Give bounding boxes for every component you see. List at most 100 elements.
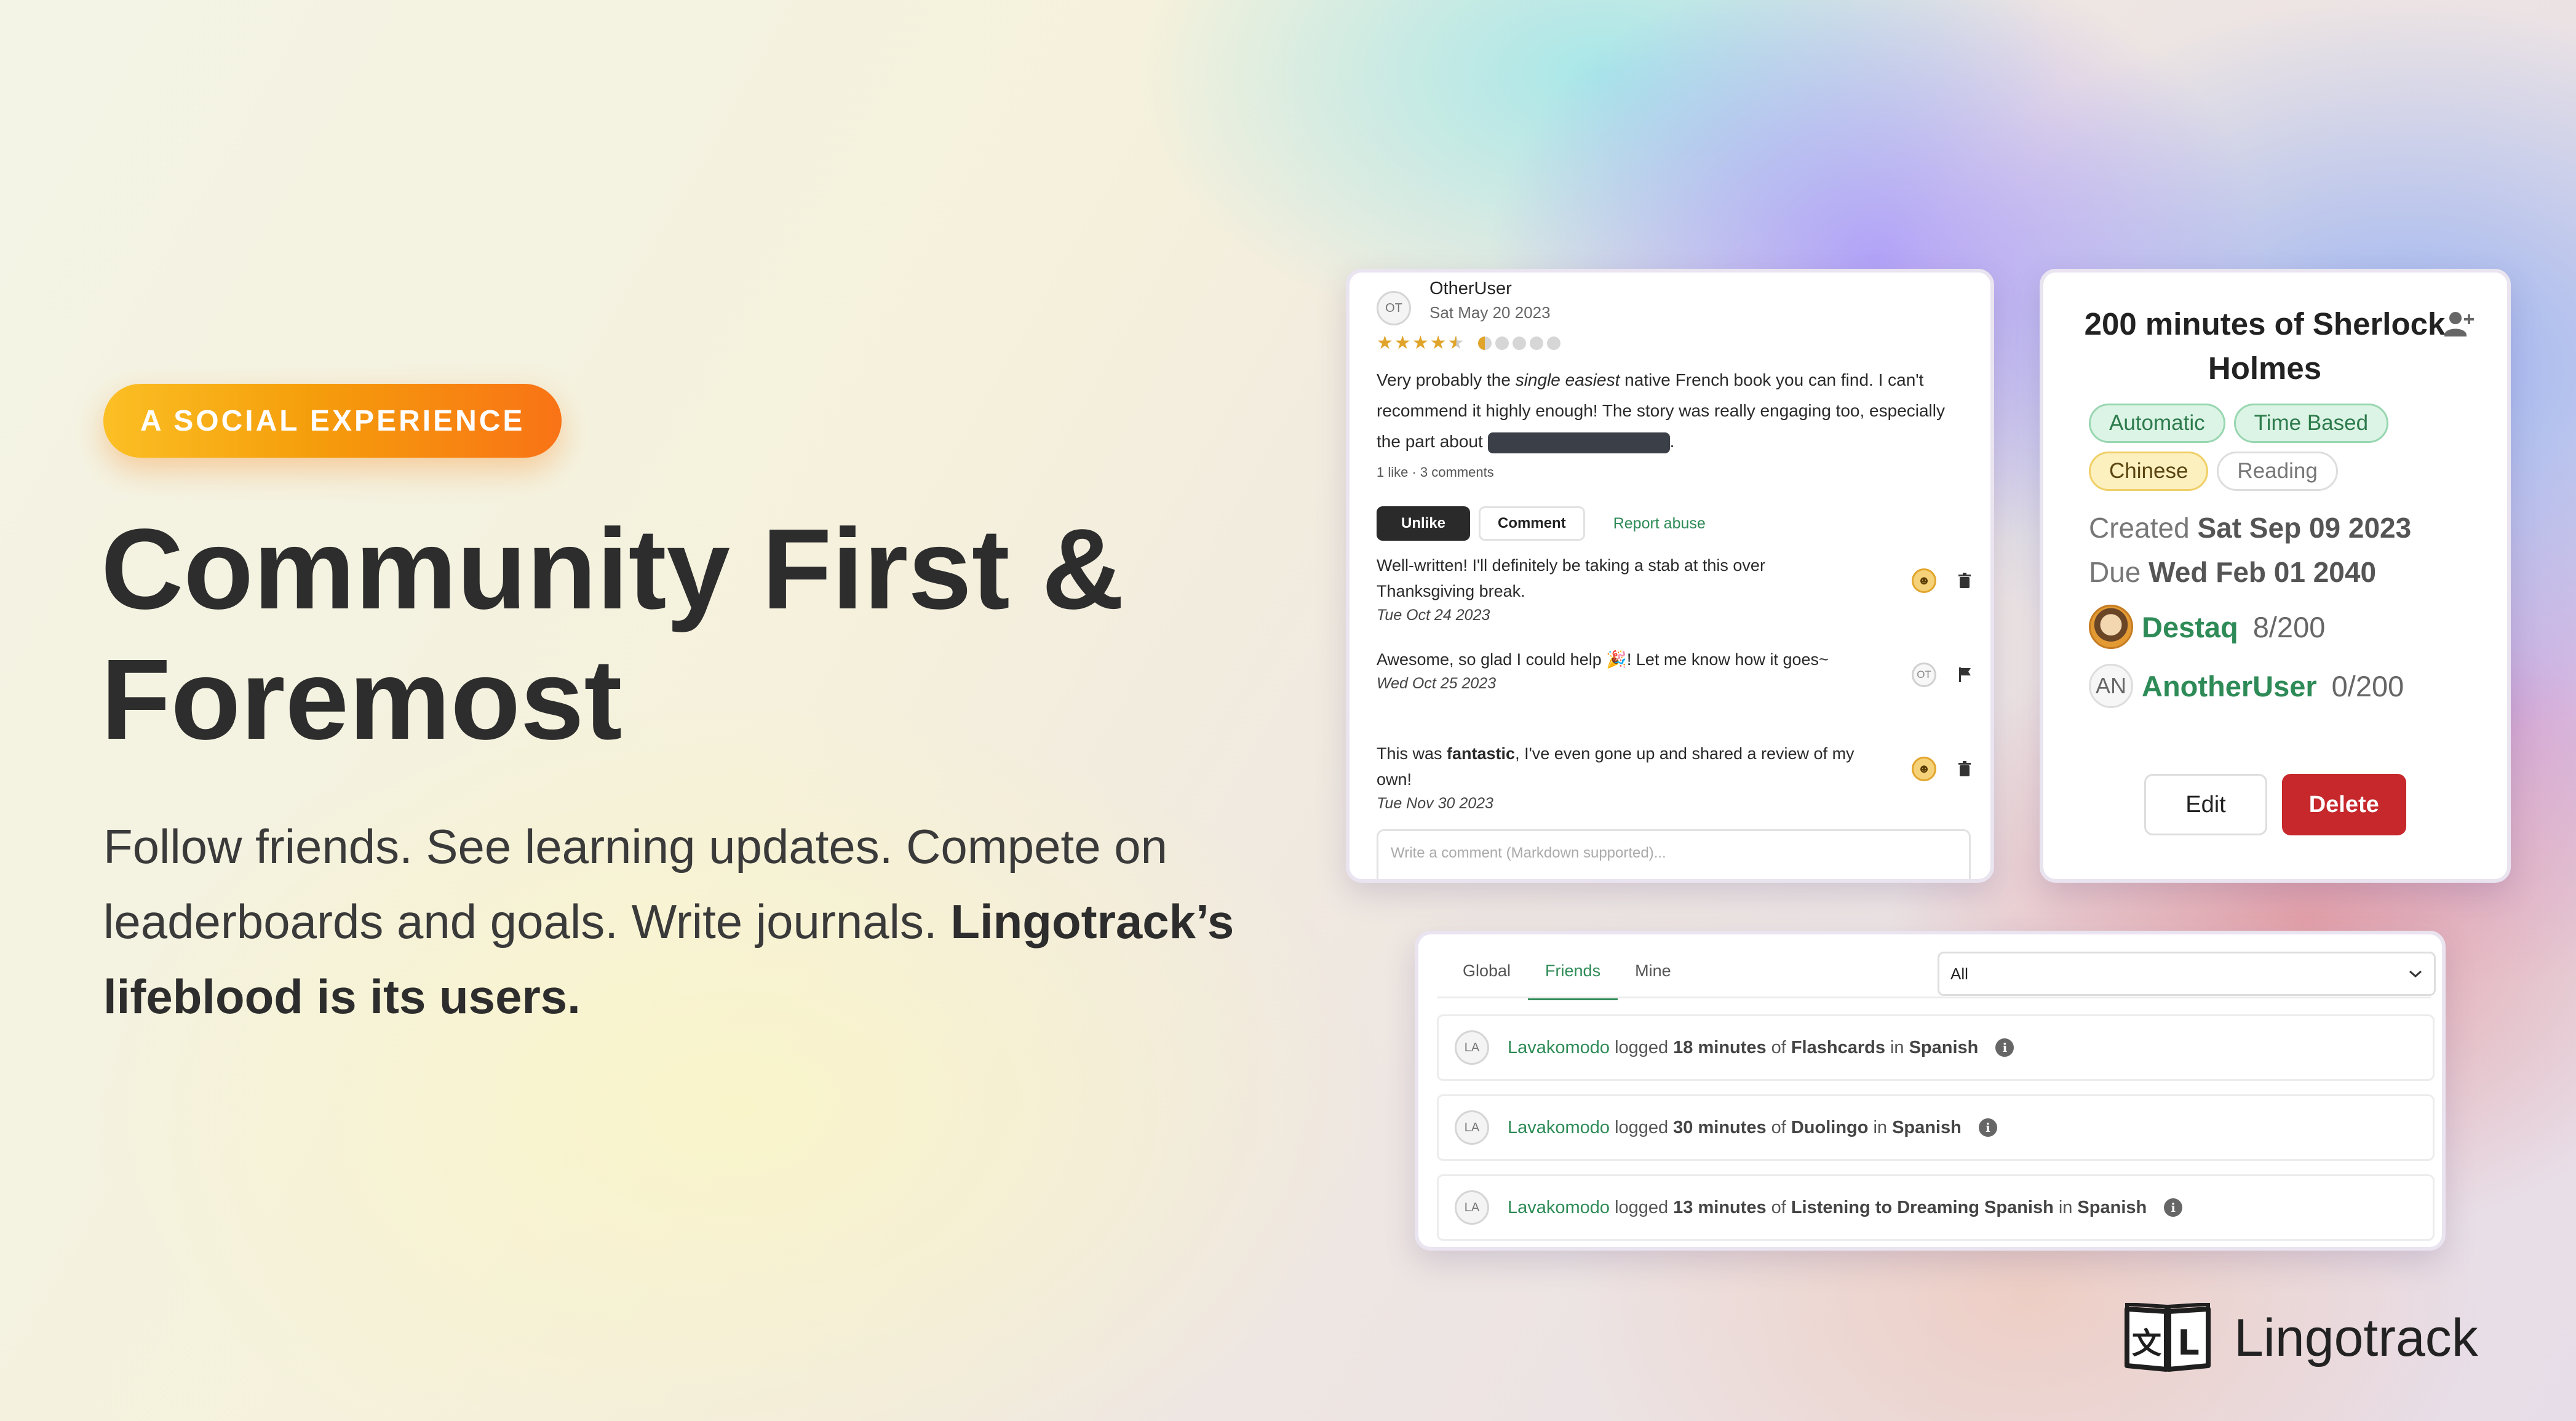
commenter-avatar[interactable]: ☻ <box>1912 757 1936 781</box>
spoiler-redaction[interactable] <box>1487 432 1670 453</box>
difficulty-dot-icon <box>1495 336 1509 350</box>
tag-chip: Time Based <box>2233 404 2389 443</box>
svg-text:文: 文 <box>2132 1326 2161 1361</box>
difficulty-dot-icon <box>1546 336 1560 350</box>
comment-text: Awesome, so glad I could help 🎉! Let me … <box>1377 650 1829 669</box>
commenter-avatar[interactable]: OT <box>1912 663 1936 687</box>
user-avatar[interactable]: LA <box>1455 1110 1489 1145</box>
feed-text: of <box>1771 1037 1786 1057</box>
due-label: Due <box>2089 556 2141 588</box>
goal-title: 200 minutes of Sherlock Holmes <box>2084 306 2446 386</box>
comment-icons: ☻ <box>1912 568 1972 593</box>
commenter-avatar[interactable]: ☻ <box>1912 568 1936 593</box>
trash-icon[interactable] <box>1957 572 1972 589</box>
star-icon: ★ <box>1377 333 1393 353</box>
feed-language: Spanish <box>1909 1037 1979 1057</box>
feed-entry: LA Lavakomodo logged 30 minutes of Duoli… <box>1437 1094 2435 1161</box>
unlike-button[interactable]: Unlike <box>1377 506 1471 541</box>
participant-row: Destaq 8/200 <box>2089 605 2325 649</box>
created-date: Sat Sep 09 2023 <box>2197 512 2412 544</box>
user-link[interactable]: Lavakomodo <box>1508 1118 1610 1138</box>
brand-name: Lingotrack <box>2234 1308 2478 1367</box>
comment-button[interactable]: Comment <box>1479 506 1585 541</box>
star-icon: ★ <box>1429 333 1447 353</box>
star-icon: ★ <box>1394 333 1411 353</box>
info-icon[interactable]: i <box>2164 1198 2183 1217</box>
comment-item: This was fantastic, I've even gone up an… <box>1377 741 1986 814</box>
feed-activity: Listening to Dreaming Spanish <box>1791 1197 2054 1217</box>
feed-text: logged <box>1615 1037 1669 1057</box>
comment-date: Tue Nov 30 2023 <box>1377 795 1493 812</box>
headline-line-1: Community First & <box>101 506 1124 633</box>
tag-chip: Reading <box>2217 452 2338 491</box>
tab-friends[interactable]: Friends <box>1528 952 1618 1000</box>
feed-filter-select[interactable]: All <box>1938 952 2436 996</box>
comment-item: Well-written! I'll definitely be taking … <box>1377 552 1986 626</box>
participant-avatar[interactable] <box>2089 605 2133 649</box>
headline-line-2: Foremost <box>101 636 622 763</box>
feed-entry: LA Lavakomodo logged 13 minutes of Liste… <box>1437 1174 2435 1241</box>
difficulty-dot-icon <box>1477 336 1492 350</box>
filter-value: All <box>1950 964 1968 983</box>
feed-text: of <box>1771 1197 1786 1217</box>
svg-text:L: L <box>2177 1323 2200 1363</box>
goal-card: 200 minutes of Sherlock Holmes Automatic… <box>2040 269 2511 883</box>
feed-text: logged <box>1615 1117 1669 1137</box>
feed-activity: Duolingo <box>1791 1117 1869 1137</box>
feed-language: Spanish <box>1892 1117 1962 1137</box>
feed-text: logged <box>1615 1197 1669 1217</box>
comment-text-bold: fantastic <box>1447 744 1516 763</box>
book-logo-icon: 文 L <box>2125 1303 2211 1372</box>
participant-name[interactable]: AnotherUser <box>2142 669 2317 703</box>
trash-icon[interactable] <box>1957 760 1972 778</box>
chevron-down-icon <box>2409 970 2422 978</box>
feed-text: in <box>1873 1117 1888 1137</box>
due-date: Wed Feb 01 2040 <box>2149 556 2377 588</box>
tab-divider <box>1437 997 2431 998</box>
add-user-icon[interactable] <box>2442 307 2476 341</box>
feed-entry: LA Lavakomodo logged 18 minutes of Flash… <box>1437 1014 2435 1081</box>
star-icon: ★ <box>1412 333 1429 353</box>
comment-input[interactable]: Write a comment (Markdown supported)... <box>1377 829 1971 879</box>
page-headline: Community First & Foremost <box>101 504 1270 765</box>
comment-text-part: This was <box>1377 744 1447 763</box>
comment-text: Well-written! I'll definitely be taking … <box>1377 556 1765 600</box>
created-label: Created <box>2089 512 2190 544</box>
tag-chip: Automatic <box>2089 404 2225 443</box>
comment-date: Wed Oct 25 2023 <box>1377 675 1497 692</box>
review-author-name[interactable]: OtherUser <box>1429 279 1512 299</box>
report-abuse-link[interactable]: Report abuse <box>1613 515 1706 533</box>
goal-actions: Edit Delete <box>2043 774 2507 835</box>
section-badge: A SOCIAL EXPERIENCE <box>103 384 562 458</box>
review-text-italic: single easiest <box>1515 370 1620 389</box>
tab-global[interactable]: Global <box>1445 952 1528 1000</box>
participant-avatar[interactable]: AN <box>2089 664 2133 708</box>
review-author-avatar[interactable]: OT <box>1377 291 1411 325</box>
comment-icons: ☻ <box>1912 757 1972 781</box>
delete-button[interactable]: Delete <box>2281 774 2406 835</box>
feed-text: in <box>2058 1197 2073 1217</box>
info-icon[interactable]: i <box>1978 1118 1997 1137</box>
feed-language: Spanish <box>2077 1197 2147 1217</box>
user-link[interactable]: Lavakomodo <box>1508 1038 1610 1058</box>
comment-item: Awesome, so glad I could help 🎉! Let me … <box>1377 647 1986 695</box>
goal-due: Due Wed Feb 01 2040 <box>2089 555 2376 589</box>
user-avatar[interactable]: LA <box>1455 1030 1489 1065</box>
feed-minutes: 13 minutes <box>1673 1197 1767 1217</box>
review-actions: Unlike Comment Report abuse <box>1377 506 1706 541</box>
feed-minutes: 30 minutes <box>1673 1117 1767 1137</box>
participant-progress: 0/200 <box>2331 669 2404 703</box>
goal-tags: Automatic Time Based Chinese Reading <box>2089 404 2483 500</box>
tab-mine[interactable]: Mine <box>1618 952 1688 1000</box>
goal-created: Created Sat Sep 09 2023 <box>2089 511 2411 544</box>
flag-icon[interactable] <box>1957 666 1972 683</box>
participant-name[interactable]: Destaq <box>2142 610 2238 644</box>
feed-activity: Flashcards <box>1791 1037 1885 1057</box>
info-icon[interactable]: i <box>1995 1038 2014 1057</box>
edit-button[interactable]: Edit <box>2144 774 2267 835</box>
user-link[interactable]: Lavakomodo <box>1508 1198 1610 1218</box>
comment-text: This was fantastic, I've even gone up an… <box>1377 741 1856 792</box>
user-avatar[interactable]: LA <box>1455 1190 1489 1225</box>
participant-progress: 8/200 <box>2252 610 2326 643</box>
review-date: Sat May 20 2023 <box>1429 303 1551 322</box>
